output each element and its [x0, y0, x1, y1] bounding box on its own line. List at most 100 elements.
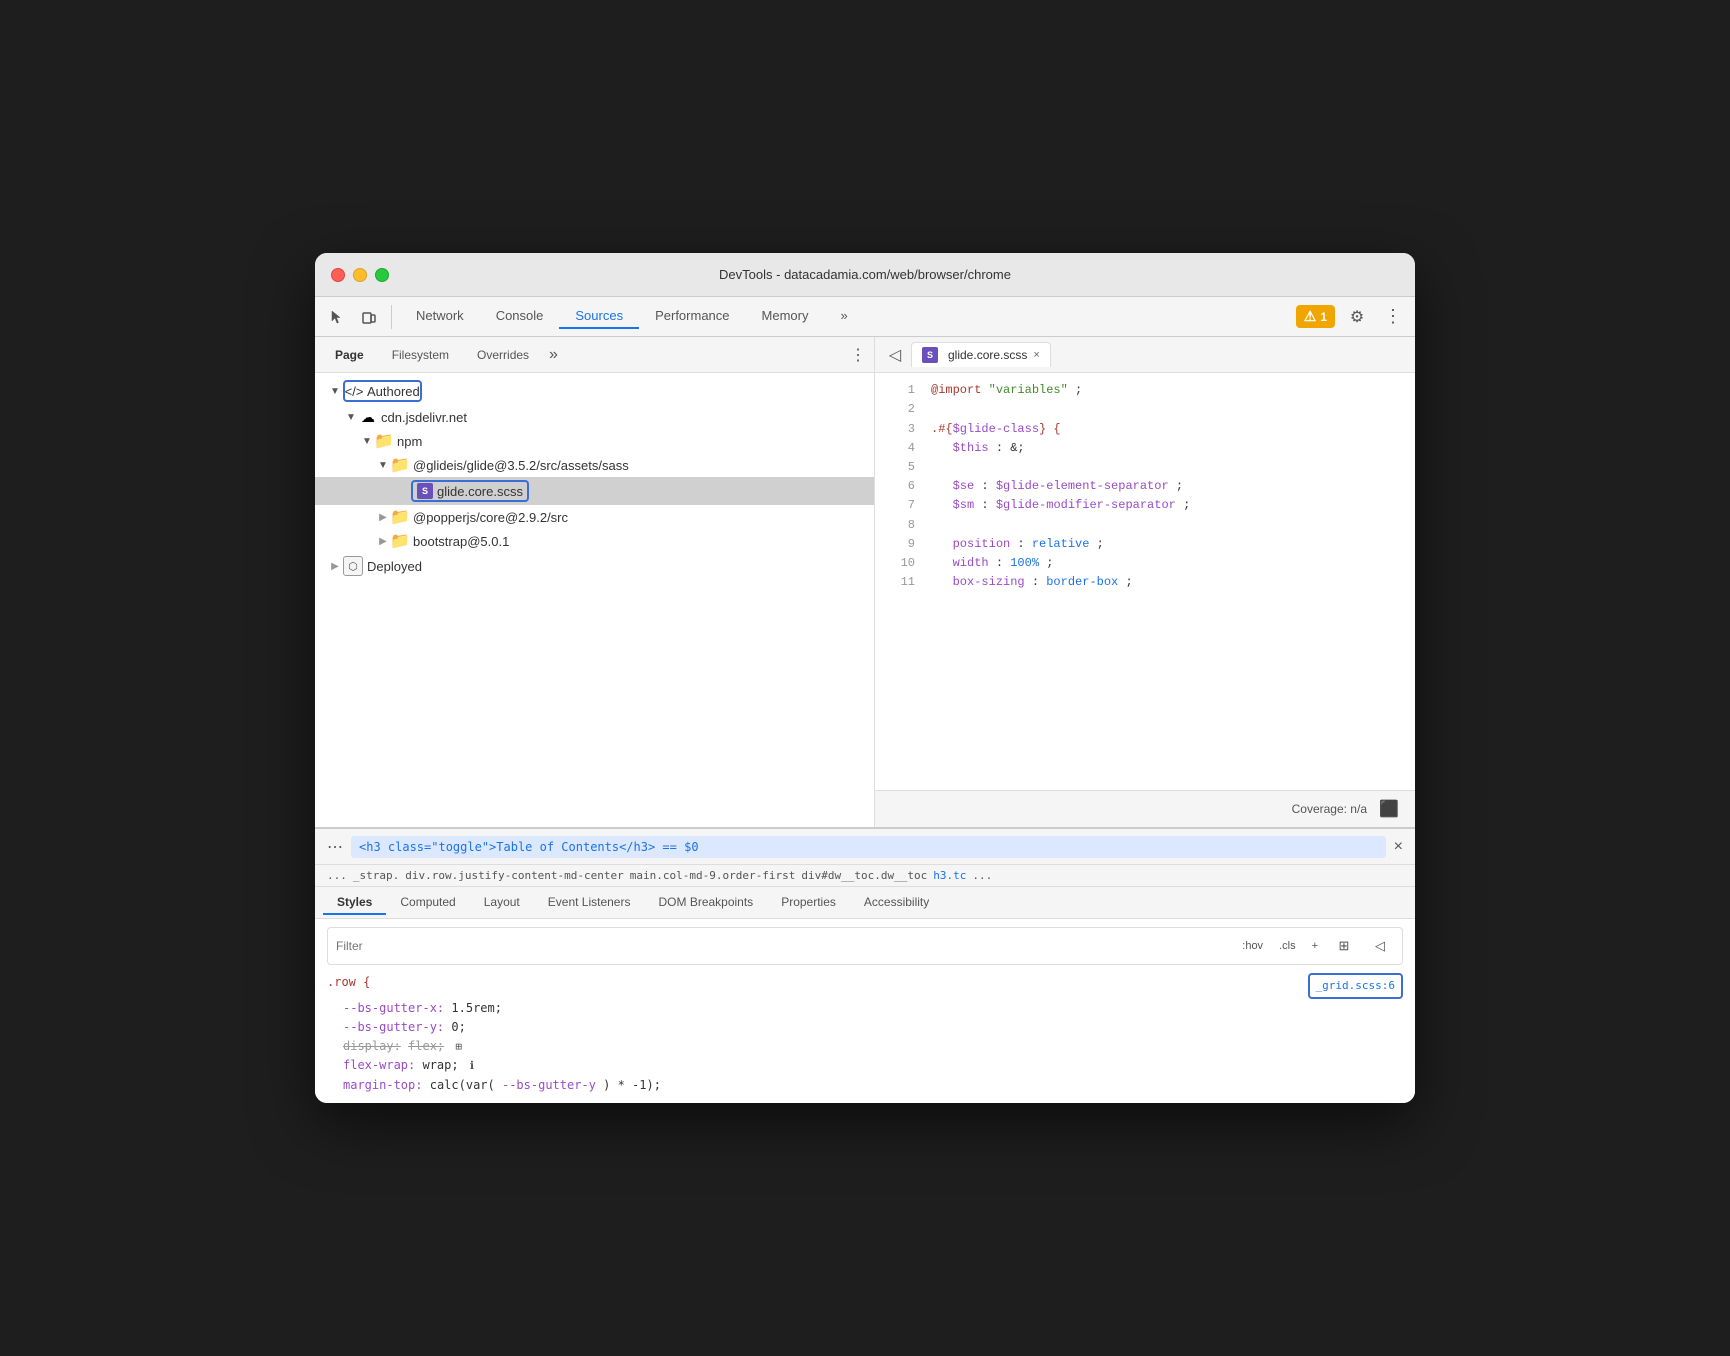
main-tabs: Network Console Sources Performance Memo…: [400, 304, 1292, 329]
device-toolbar-button[interactable]: [355, 303, 383, 331]
npm-item[interactable]: ▼ 📁 npm: [315, 429, 874, 453]
css-prop-display: display: flex; ⊞: [343, 1037, 1403, 1056]
breadcrumb-row[interactable]: div.row.justify-content-md-center: [405, 869, 624, 882]
style-tab-styles[interactable]: Styles: [323, 891, 386, 915]
copy-styles-button[interactable]: ⊞: [1330, 932, 1358, 960]
hov-button[interactable]: :hov: [1238, 938, 1267, 954]
close-bottom-panel[interactable]: ×: [1394, 838, 1403, 856]
add-style-button[interactable]: +: [1308, 938, 1322, 954]
file-tree: ▼ </> Authored ▼ ☁ cdn.jsdelivr.net ▼: [315, 373, 874, 827]
popperjs-label: @popperjs/core@2.9.2/src: [413, 510, 568, 525]
warning-icon: ⚠: [1304, 308, 1317, 325]
tab-sources[interactable]: Sources: [559, 304, 639, 329]
line-num-3: 3: [883, 420, 915, 439]
css-prop-gutter-x: --bs-gutter-x: 1.5rem;: [343, 999, 1403, 1018]
breadcrumb-toc[interactable]: div#dw__toc.dw__toc: [801, 869, 927, 882]
filter-input[interactable]: [336, 939, 1230, 953]
right-panel: ◁ S glide.core.scss × 1 @import "variabl…: [875, 337, 1415, 827]
code-line-2: 2: [875, 400, 1415, 419]
select-tool-button[interactable]: [323, 303, 351, 331]
tab-filesystem[interactable]: Filesystem: [380, 344, 461, 366]
tab-network[interactable]: Network: [400, 304, 480, 329]
popperjs-folder-icon: 📁: [391, 508, 409, 526]
toggle-sidebar-button[interactable]: ◁: [1366, 932, 1394, 960]
bootstrap-item[interactable]: ▶ 📁 bootstrap@5.0.1: [315, 529, 874, 553]
style-tab-event-listeners[interactable]: Event Listeners: [534, 891, 645, 915]
line-content-10: width : 100% ;: [931, 554, 1053, 573]
line-num-9: 9: [883, 535, 915, 554]
npm-folder-icon: 📁: [375, 432, 393, 450]
authored-outline: </> Authored: [343, 380, 422, 402]
breadcrumb-main[interactable]: main.col-md-9.order-first: [630, 869, 796, 882]
authored-item[interactable]: ▼ </> Authored: [315, 377, 874, 405]
maximize-button[interactable]: [375, 268, 389, 282]
display-grid-icon: ⊞: [455, 1040, 462, 1053]
tab-console[interactable]: Console: [480, 304, 560, 329]
bootstrap-label: bootstrap@5.0.1: [413, 534, 509, 549]
minimize-button[interactable]: [353, 268, 367, 282]
authored-arrow: ▼: [327, 383, 343, 399]
flex-wrap-info-icon: ℹ: [470, 1059, 474, 1072]
glide-file-item[interactable]: S glide.core.scss: [315, 477, 874, 505]
code-line-4: 4 $this : &;: [875, 439, 1415, 458]
line-num-7: 7: [883, 496, 915, 515]
style-tab-layout[interactable]: Layout: [470, 891, 534, 915]
title-bar: DevTools - datacadamia.com/web/browser/c…: [315, 253, 1415, 297]
breadcrumb-strap[interactable]: _strap.: [353, 869, 399, 882]
tab-overrides[interactable]: Overrides: [465, 344, 541, 366]
style-tab-computed[interactable]: Computed: [386, 891, 469, 915]
css-rule: .row { _grid.scss:6 --bs-gutter-x: 1.5re…: [327, 973, 1403, 1095]
css-prop-flex-wrap: flex-wrap: wrap; ℹ: [343, 1056, 1403, 1075]
back-button[interactable]: ◁: [883, 343, 907, 367]
style-tab-dom-breakpoints[interactable]: DOM Breakpoints: [644, 891, 767, 915]
coverage-label: Coverage: n/a: [1292, 802, 1367, 816]
popperjs-item[interactable]: ▶ 📁 @popperjs/core@2.9.2/src: [315, 505, 874, 529]
css-prop-margin-top: margin-top: calc(var( --bs-gutter-y ) * …: [343, 1076, 1403, 1095]
cdn-item[interactable]: ▼ ☁ cdn.jsdelivr.net: [315, 405, 874, 429]
editor-tabs: ◁ S glide.core.scss ×: [875, 337, 1415, 373]
panel-tabs: Page Filesystem Overrides » ⋮: [315, 337, 874, 373]
deployed-icon: ⬡: [343, 556, 363, 576]
style-tab-properties[interactable]: Properties: [767, 891, 850, 915]
tab-more-left[interactable]: »: [545, 344, 562, 366]
cls-button[interactable]: .cls: [1275, 938, 1300, 954]
close-button[interactable]: [331, 268, 345, 282]
filter-row: :hov .cls + ⊞ ◁: [327, 927, 1403, 965]
line-content-3: .#{$glide-class} {: [931, 420, 1061, 439]
line-num-6: 6: [883, 477, 915, 496]
window-title: DevTools - datacadamia.com/web/browser/c…: [719, 267, 1011, 282]
code-line-8: 8: [875, 516, 1415, 535]
code-line-7: 7 $sm : $glide-modifier-separator ;: [875, 496, 1415, 515]
glide-folder-icon: 📁: [391, 456, 409, 474]
dom-highlight: <h3 class="toggle">Table of Contents</h3…: [351, 836, 1386, 858]
settings-button[interactable]: ⚙: [1343, 303, 1371, 331]
tab-memory[interactable]: Memory: [746, 304, 825, 329]
line-content-1: @import "variables" ;: [931, 381, 1082, 400]
code-line-9: 9 position : relative ;: [875, 535, 1415, 554]
bottom-menu-icon[interactable]: ⋯: [327, 837, 343, 857]
line-content-4: $this : &;: [931, 439, 1025, 458]
line-content-5: [931, 458, 938, 477]
deployed-item[interactable]: ▶ ⬡ Deployed: [315, 553, 874, 579]
grid-scss-link[interactable]: _grid.scss:6: [1308, 973, 1403, 999]
style-tab-accessibility[interactable]: Accessibility: [850, 891, 943, 915]
devtools-window: DevTools - datacadamia.com/web/browser/c…: [315, 253, 1415, 1103]
line-num-10: 10: [883, 554, 915, 573]
panel-menu-button[interactable]: ⋮: [850, 345, 866, 365]
glide-package-item[interactable]: ▼ 📁 @glideis/glide@3.5.2/src/assets/sass: [315, 453, 874, 477]
issues-badge[interactable]: ⚠ 1: [1296, 305, 1335, 328]
editor-tab-glide[interactable]: S glide.core.scss ×: [911, 342, 1051, 367]
tab-page[interactable]: Page: [323, 344, 376, 366]
editor-tab-close[interactable]: ×: [1033, 349, 1039, 361]
tab-more[interactable]: »: [824, 304, 863, 329]
tab-performance[interactable]: Performance: [639, 304, 745, 329]
tab-scss-icon: S: [922, 347, 938, 363]
line-content-9: position : relative ;: [931, 535, 1104, 554]
cdn-label: cdn.jsdelivr.net: [381, 410, 467, 425]
breadcrumb-h3[interactable]: h3.tc: [933, 869, 966, 882]
left-panel: Page Filesystem Overrides » ⋮ ▼ </> Auth…: [315, 337, 875, 827]
coverage-bar: Coverage: n/a ⬛: [875, 790, 1415, 827]
deployed-label: Deployed: [367, 559, 422, 574]
menu-button[interactable]: ⋮: [1379, 303, 1407, 331]
coverage-icon-btn[interactable]: ⬛: [1375, 795, 1403, 823]
